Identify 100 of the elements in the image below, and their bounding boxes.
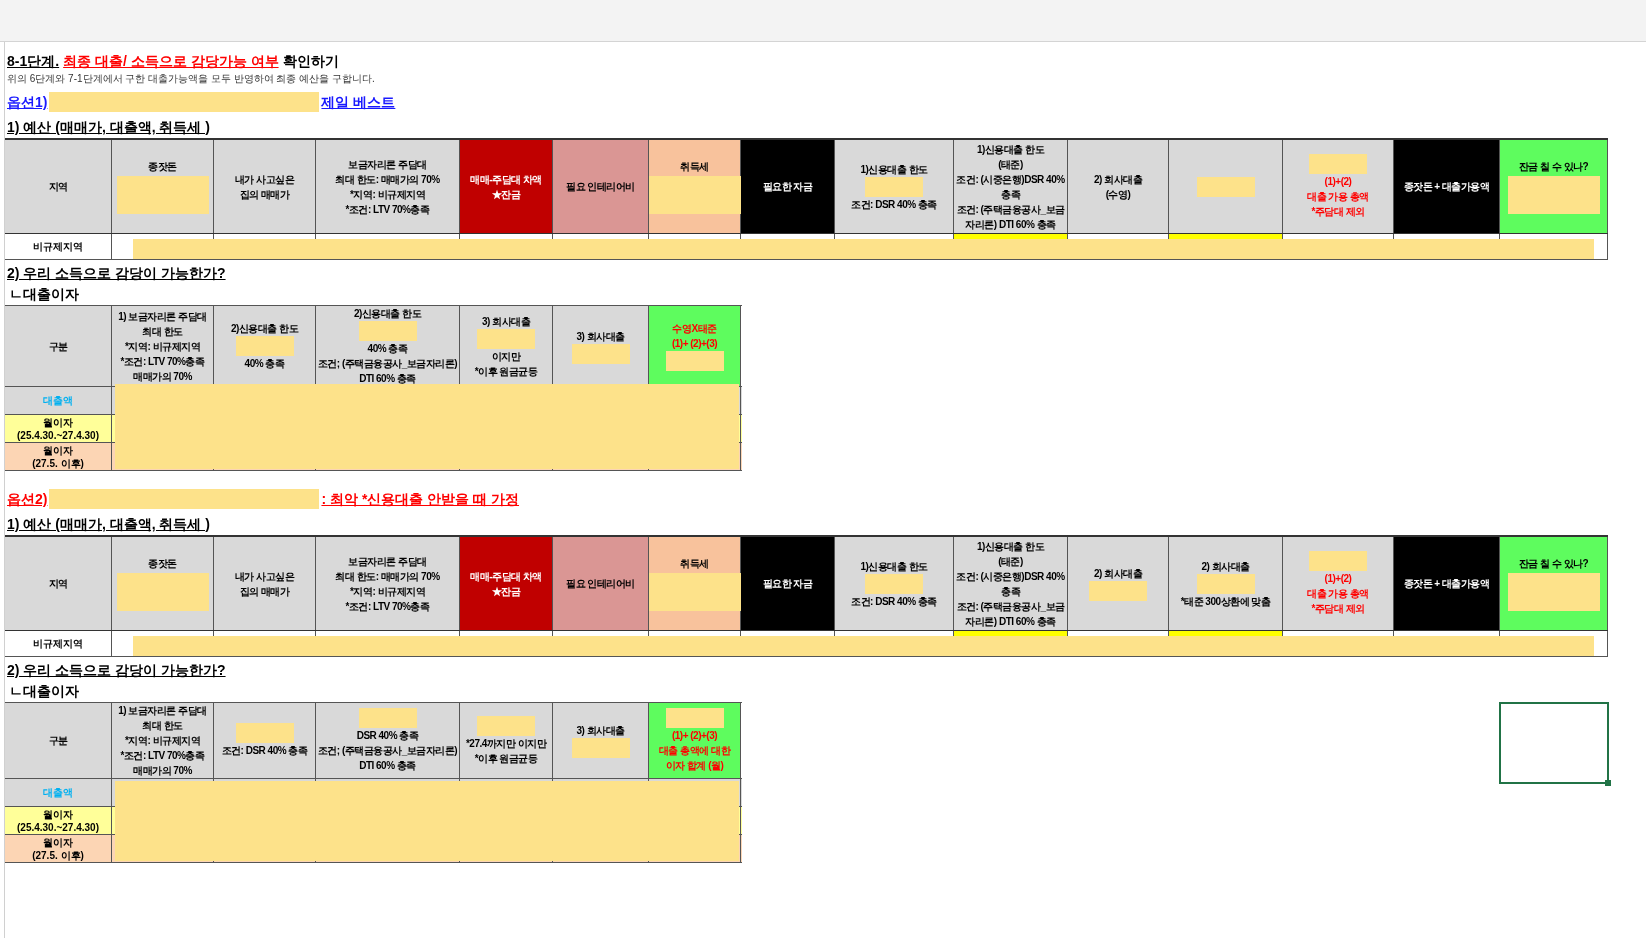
header-text: DTI 60% 충족: [359, 759, 416, 773]
header-text: 매매가의 70%: [133, 369, 192, 384]
header-text: 조건: DSR 40% 충족: [851, 594, 937, 609]
header-text: 1)신용대출 한도: [860, 162, 928, 177]
header-text: 필요 인테리어비: [566, 577, 635, 591]
option-title: 옵션1): [7, 93, 48, 112]
header-text: 2)신용대출 한도: [230, 322, 299, 336]
header-text: 이자 합계 (월): [665, 759, 724, 773]
header-text: 최대 한도: 매매가의 70%: [335, 569, 440, 584]
header-text: 잔금 칠 수 있나?: [1518, 557, 1589, 571]
header-text: 매매-주담대 차액: [470, 172, 542, 187]
redaction-mask: [1309, 154, 1367, 174]
header-text: 40% 충족: [367, 342, 408, 356]
header-text: (태준): [998, 554, 1023, 569]
header-text: *주담대 제외: [1311, 205, 1365, 219]
header-text: 조건: (시중은행)DSR 40%: [956, 569, 1065, 584]
header-text: 수영X태준: [672, 322, 717, 336]
header-text: DTI 60% 충족: [359, 372, 416, 386]
header-text: *27.4까지만 이지만: [465, 736, 547, 751]
header-text: 3) 회사대출: [481, 314, 531, 329]
header-text: 2) 회사대출: [1093, 172, 1143, 187]
header-text: 구분: [48, 339, 68, 354]
header-text: 집의 매매가: [239, 584, 290, 599]
header-text: 취득세: [680, 557, 709, 571]
header-text: 1)신용대출 한도: [860, 559, 928, 574]
header-text: 1)신용대출 한도: [976, 539, 1045, 554]
redaction-mask: [358, 708, 417, 728]
redaction-mask: [665, 351, 724, 371]
header-text: 취득세: [680, 160, 709, 174]
header-text: 보금자리론 주담대: [348, 157, 427, 172]
redaction-mask: [1309, 551, 1367, 571]
header-text: 조건: (주택금융공사_보금: [956, 202, 1065, 217]
header-text: 종잣돈: [148, 557, 177, 571]
redaction-mask: [571, 738, 630, 758]
header-text: 최대 한도: [142, 719, 183, 733]
header-text: 조건: (주택금융공사_보금: [956, 599, 1065, 614]
header-text: DSR 40% 충족: [356, 729, 419, 743]
header-text: *지역: 비규제지역: [350, 187, 425, 202]
header-text: *조건: LTV 70%충족: [120, 354, 205, 369]
header-text: 충족: [1001, 187, 1020, 202]
header-text: (1)+(2): [1324, 572, 1352, 586]
header-text: 매매가의 70%: [133, 764, 192, 778]
header-text: *이후 원금균등: [474, 364, 538, 379]
header-text: 이지만: [491, 349, 521, 364]
header-text: (1)+ (2)+(3): [671, 337, 718, 351]
title-text: 8-1단계.: [7, 52, 60, 70]
section-heading: 2) 우리 소득으로 감당이 가능한가?: [6, 264, 226, 282]
redaction-mask: [1196, 573, 1255, 594]
header-text: 집의 매매가: [239, 187, 290, 202]
header-text: 대출 가용 총액: [1307, 587, 1369, 601]
header-text: 1)신용대출 한도: [976, 142, 1045, 157]
header-text: *태준 300상환에 맞춤: [1180, 594, 1271, 609]
header-text: (1)+ (2)+(3): [671, 729, 718, 743]
header-text: 내가 사고싶은: [234, 569, 295, 584]
header-text: 2) 회사대출: [1201, 559, 1250, 574]
header-text: 2) 회사대출: [1093, 567, 1143, 581]
redaction-mask: [865, 573, 923, 594]
header-text: 대출 가용 총액: [1307, 190, 1369, 204]
redaction-mask: [358, 321, 417, 341]
header-text: 조건: DSR 40% 충족: [221, 744, 308, 758]
header-text: (수영): [1105, 187, 1131, 202]
header-text: 3) 회사대출: [576, 724, 625, 738]
title-text: 최종 대출/ 소득으로 감당가능 여부: [63, 52, 279, 70]
header-text: *지역: 비규제지역: [125, 339, 200, 354]
redaction-mask: [1196, 176, 1255, 197]
section-subheading: ㄴ대출이자: [8, 682, 79, 700]
option-title: 제일 베스트: [321, 93, 396, 112]
header-text: *조건: LTV 70%충족: [345, 202, 430, 217]
redaction-mask: [865, 176, 923, 197]
header-text: 40% 충족: [244, 357, 285, 371]
redaction-mask: [1089, 581, 1147, 601]
redaction-mask: [477, 328, 535, 349]
redaction-mask: [477, 715, 535, 736]
section-heading: 1) 예산 (매매가, 대출액, 취득세 ): [6, 118, 210, 136]
header-text: 필요한 자금: [762, 577, 813, 591]
header-text: (1)+(2): [1324, 175, 1352, 189]
header-text: 최대 한도: 매매가의 70%: [335, 172, 440, 187]
title-text: 확인하기: [282, 52, 339, 70]
header-text: 매매-주담대 차액: [470, 569, 542, 584]
header-text: 종잣돈: [148, 160, 177, 174]
option-title: : 최악 *신용대출 안받을 때 가정: [321, 490, 519, 509]
header-text: *지역: 비규제지역: [350, 584, 425, 599]
header-text: *조건: LTV 70%충족: [345, 599, 430, 614]
header-text: 조건: (시중은행)DSR 40%: [956, 172, 1065, 187]
header-text: 종잣돈 + 대출가용액: [1403, 577, 1490, 591]
header-text: 구분: [48, 734, 68, 748]
redaction-mask: [235, 336, 294, 356]
header-text: 자리론) DTI 60% 충족: [965, 614, 1056, 629]
header-text: ★잔금: [491, 584, 521, 599]
redaction-mask: [235, 723, 294, 743]
subtitle-text: 위의 6단계와 7-1단계에서 구한 대출가능액을 모두 반영하여 최종 예산을 구합니다.: [6, 72, 376, 86]
header-text: 필요 인테리어비: [566, 180, 635, 194]
header-text: *조건: LTV 70%충족: [120, 749, 205, 763]
header-text: 종잣돈 + 대출가용액: [1403, 180, 1490, 194]
header-text: 2)신용대출 한도: [353, 307, 422, 321]
header-text: *이후 원금균등: [474, 751, 538, 766]
header-text: 최대 한도: [142, 324, 183, 339]
header-text: 충족: [1001, 584, 1020, 599]
header-text: 지역: [48, 180, 68, 194]
redaction-mask: [571, 343, 630, 364]
